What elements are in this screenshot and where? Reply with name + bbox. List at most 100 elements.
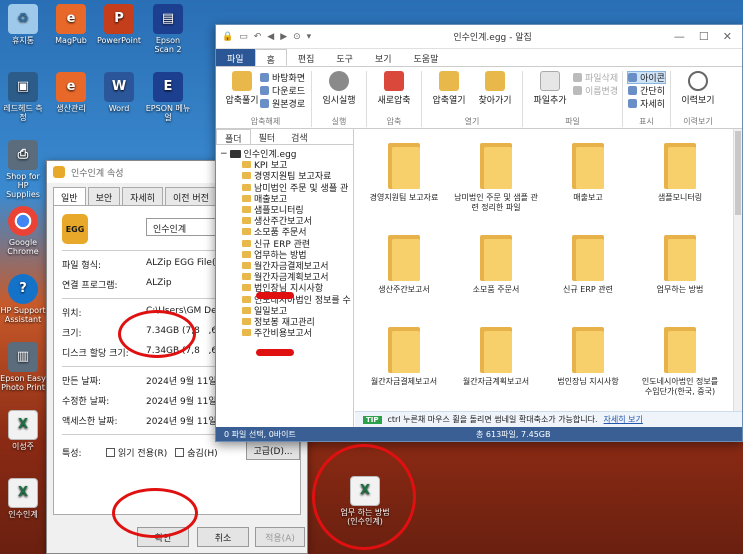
scrollbar-thumb[interactable] [735,131,741,215]
tab-general[interactable]: 일반 [53,187,86,207]
back-icon[interactable]: ◀ [267,32,274,42]
desktop-icon-hp-shop[interactable]: ⎙ Shop for HP Supplies [0,140,46,200]
folder-item[interactable]: 경영지원팀 보고자료 [359,137,449,223]
advanced-button[interactable]: 고급(D)... [246,440,300,460]
tab-home[interactable]: 홈 [254,49,287,66]
folder-item[interactable]: 법인장님 지시사항 [543,321,633,407]
open-compressed-button[interactable]: 압축열기 [426,71,472,106]
tree-item[interactable]: 샘플모니터링 [220,204,353,215]
extract-downloads[interactable]: 다운로드 [260,84,305,97]
tree-item[interactable]: KPI 보고 [220,159,353,170]
tree-root[interactable]: − 인수인계.egg [220,148,353,160]
view-detail-button[interactable]: 자세히 [628,97,665,110]
desktop-icon-leesungju[interactable]: X 이성주 [0,410,46,451]
tree-item[interactable]: 소모품 주문서 [220,226,353,238]
recycle-bin-icon: ♻ [8,4,38,34]
tab-file[interactable]: 파일 [216,49,255,66]
minimize-icon[interactable]: — [674,30,685,43]
new-compress-button[interactable]: 새로압축 [371,71,417,106]
folder-icon [242,250,251,258]
properties-title: 인수인계 속성 [71,168,124,179]
desktop-icon-insuingye[interactable]: X 인수인계 [0,478,46,519]
extract-original[interactable]: 원본경로 [260,97,305,110]
maximize-icon[interactable]: ☐ [699,30,709,43]
cancel-button[interactable]: 취소 [197,527,249,547]
close-icon[interactable]: ✕ [723,30,732,43]
temp-run-button[interactable]: 임시실행 [316,71,362,106]
desktop-icon-redhead[interactable]: ▣ 레드헤드 측정 [0,72,46,122]
rename-button[interactable]: 이름변경 [573,84,618,97]
tree-item[interactable]: 신규 ERP 관련 [220,238,353,249]
readonly-checkbox[interactable]: 읽기 전용(R) [106,446,167,459]
folder-item[interactable]: 샘플모니터링 [635,137,725,223]
tab-details[interactable]: 자세히 [122,187,163,207]
folder-icon [242,206,251,214]
add-file-button[interactable]: 파일추가 [527,71,573,106]
desktop-icon-epson-manual[interactable]: E EPSON 메뉴얼 [145,72,191,122]
play-icon[interactable]: ⊙ [293,32,301,42]
tree-item[interactable]: 일일보고 [220,305,353,316]
desktop-icon-chrome[interactable]: Google Chrome [0,206,46,256]
highlight-circle [112,488,198,538]
find-button[interactable]: 찾아가기 [472,71,518,106]
tree-item[interactable]: 업무하는 방법 [220,249,353,260]
folder-item[interactable]: 매출보고 [543,137,633,223]
delete-file-button[interactable]: 파일삭제 [573,71,618,84]
tree-item[interactable]: 주간비용보고서 [220,327,353,338]
desktop-icon-epson-scan[interactable]: ▤ Epson Scan 2 [145,4,191,54]
folder-item[interactable]: 소모품 주문서 [451,229,541,315]
folder-item[interactable]: 남미법인 주문 및 샘플 관련 정리한 파일 [451,137,541,223]
tab-help[interactable]: 도움말 [403,49,450,66]
folder-item[interactable]: 신규 ERP 관련 [543,229,633,315]
desktop-icon-powerpoint[interactable]: P PowerPoint [96,4,142,45]
desktop-icon-production[interactable]: e 생산관리 [48,72,94,113]
folder-item[interactable]: 인도네시아법인 정보를 수입단가(한국, 중국) [635,321,725,407]
history-button[interactable]: 이력보기 [675,71,721,106]
tab-tools[interactable]: 도구 [325,49,364,66]
extract-desktop[interactable]: 바탕화면 [260,71,305,84]
folder-item[interactable]: 생산주간보고서 [359,229,449,315]
desktop-icon-magpub[interactable]: e MagPub [48,4,94,45]
forward-icon[interactable]: ▶ [280,32,287,42]
tab-edit[interactable]: 편집 [287,49,326,66]
tree-item[interactable]: 남미법인 주문 및 생플 관 [220,182,353,193]
app-shortcut-icon: ▣ [8,72,38,102]
tab-view[interactable]: 보기 [364,49,403,66]
tree-item[interactable]: 월간자금결제보고서 [220,260,353,271]
tree-item[interactable]: 매출보고 [220,193,353,204]
tab-filter[interactable]: 필터 [251,129,284,144]
tree-item[interactable]: 경영지원팀 보고자료 [220,170,353,182]
tree-item[interactable]: 월간자금계획보고서 [220,271,353,282]
collapse-icon[interactable]: − [220,149,228,159]
undo-icon[interactable]: ↶ [254,32,262,42]
vertical-scrollbar[interactable] [733,129,742,411]
tip-more-link[interactable]: 자세히 보기 [604,414,643,425]
tab-folder[interactable]: 폴더 [216,129,251,145]
folder-item[interactable]: 업무하는 방법 [635,229,725,315]
hidden-checkbox[interactable]: 숨김(H) [175,446,218,459]
tab-search[interactable]: 검색 [283,129,316,144]
extract-button[interactable]: 압축풀기 [224,71,260,106]
apply-button[interactable]: 적용(A) [255,527,305,547]
folder-icon [242,317,251,325]
desktop-icon-recycle-bin[interactable]: ♻ 휴지통 [0,4,46,45]
tab-previous-versions[interactable]: 이전 버전 [164,187,217,207]
folder-item[interactable]: 월간자금계획보고서 [451,321,541,407]
view-icon-button[interactable]: 아이콘 [627,71,666,84]
desktop-icon-word[interactable]: W Word [96,72,142,113]
lock-icon[interactable]: 🔒 [222,32,233,42]
new-compress-icon [384,71,404,91]
tree-item[interactable]: 정보봉 재고관리 [220,316,353,327]
folder-icon [242,261,251,269]
desktop-icon-epson-photo[interactable]: ▥ Epson Easy Photo Print [0,342,46,392]
tab-security[interactable]: 보안 [87,187,121,207]
tree-item[interactable]: 생산주간보고서 [220,215,353,226]
folder-item[interactable]: 월간자금결제보고서 [359,321,449,407]
epson-scan-icon: ▤ [153,4,183,34]
folder-icon [664,327,696,373]
group-extract: 압축풀기 바탕화면 다운로드 원본경로 압축해제 [220,71,312,127]
add-file-icon [540,71,560,91]
folder-icon[interactable]: ▭ [239,32,248,42]
view-simple-button[interactable]: 간단히 [628,84,665,97]
desktop-icon-hp-support[interactable]: ? HP Support Assistant [0,274,46,324]
